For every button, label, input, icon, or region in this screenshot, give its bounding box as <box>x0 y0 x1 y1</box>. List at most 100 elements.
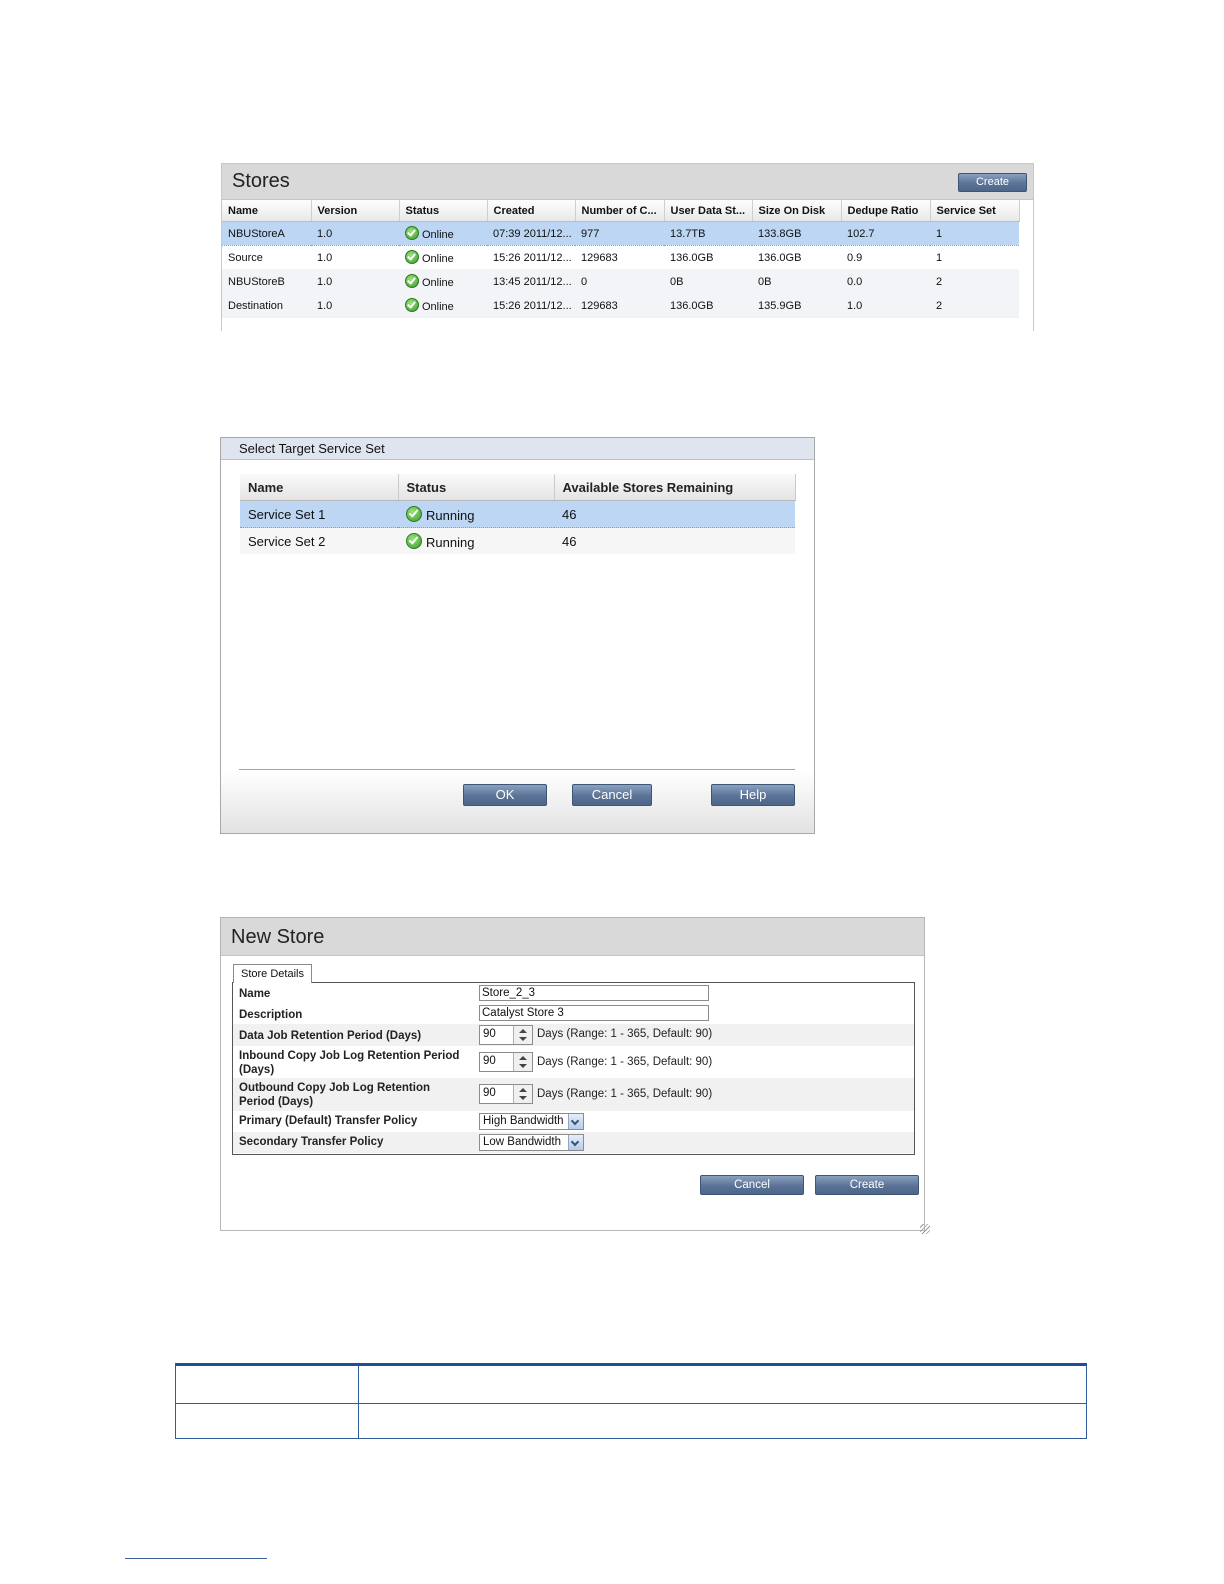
cell-user-data: 13.7TB <box>664 221 752 246</box>
dialog-divider <box>239 769 795 770</box>
table-row[interactable]: Source 1.0 Online 15:26 2011/12... 12968… <box>222 245 1019 270</box>
cell-status: Online <box>399 269 487 294</box>
cell-version: 1.0 <box>311 245 399 270</box>
name-field[interactable]: Store_2_3 <box>479 985 709 1001</box>
cancel-button[interactable]: Cancel <box>700 1175 804 1195</box>
column-header-size-on-disk[interactable]: Size On Disk <box>752 200 842 222</box>
online-check-icon <box>405 298 419 312</box>
table-row[interactable]: Destination 1.0 Online 15:26 2011/12... … <box>222 293 1019 318</box>
running-check-icon <box>406 532 422 549</box>
primary-policy-select[interactable]: High Bandwidth <box>479 1113 584 1130</box>
cell-service-set: 1 <box>930 221 1019 246</box>
outbound-retention-label-line2: Period (Days) <box>239 1096 314 1108</box>
stepper-value: 90 <box>483 1028 496 1040</box>
primary-policy-row: Primary (Default) Transfer Policy High B… <box>233 1111 914 1132</box>
cell-status: Online <box>399 221 487 246</box>
outbound-retention-stepper[interactable]: 90 <box>479 1084 533 1104</box>
cell-status: Online <box>399 293 487 318</box>
column-header-number-of-c[interactable]: Number of C... <box>575 200 665 222</box>
cancel-button[interactable]: Cancel <box>572 784 652 806</box>
cell-size-on-disk: 135.9GB <box>752 293 841 318</box>
cell-created: 07:39 2011/12... <box>487 221 575 246</box>
outbound-retention-label-line1: Outbound Copy Job Log Retention <box>239 1082 430 1094</box>
secondary-policy-select[interactable]: Low Bandwidth <box>479 1134 584 1151</box>
cell-number: 129683 <box>575 293 664 318</box>
description-field[interactable]: Catalyst Store 3 <box>479 1005 709 1021</box>
online-check-icon <box>405 226 419 240</box>
cell-size-on-disk: 136.0GB <box>752 245 841 270</box>
cell-available-stores: 46 <box>554 527 795 554</box>
secondary-policy-value: Low Bandwidth <box>483 1136 561 1148</box>
chevron-down-icon[interactable] <box>568 1135 583 1150</box>
table-row[interactable]: Service Set 1 Running 46 <box>240 500 795 528</box>
column-header-user-data-stored[interactable]: User Data St... <box>664 200 753 222</box>
stores-title: Stores <box>232 170 290 192</box>
column-header-available-stores[interactable]: Available Stores Remaining <box>554 474 796 501</box>
cell-dedupe-ratio: 0.9 <box>841 245 930 270</box>
document-table <box>175 1363 1087 1439</box>
create-button[interactable]: Create <box>815 1175 919 1195</box>
cell-user-data: 136.0GB <box>664 293 752 318</box>
new-store-title-bar: New Store <box>221 918 924 956</box>
help-button[interactable]: Help <box>711 784 795 806</box>
footnote-separator <box>125 1558 267 1559</box>
stepper-up-icon[interactable] <box>519 1088 527 1092</box>
status-text: Running <box>426 534 475 550</box>
cell-name: NBUStoreA <box>222 221 311 246</box>
cell-status: Running <box>398 527 554 554</box>
primary-policy-value: High Bandwidth <box>483 1115 564 1127</box>
table-row[interactable]: NBUStoreB 1.0 Online 13:45 2011/12... 0 … <box>222 269 1019 294</box>
stepper-up-icon[interactable] <box>519 1029 527 1033</box>
cell-name: Service Set 1 <box>240 500 398 528</box>
table-row[interactable]: Service Set 2 Running 46 <box>240 527 795 554</box>
column-header-name[interactable]: Name <box>240 474 399 501</box>
tab-store-details[interactable]: Store Details <box>233 964 312 983</box>
chevron-down-icon[interactable] <box>568 1114 583 1129</box>
column-header-created[interactable]: Created <box>487 200 576 222</box>
cell-created: 15:26 2011/12... <box>487 245 575 270</box>
stepper-up-icon[interactable] <box>519 1056 527 1060</box>
column-header-service-set[interactable]: Service Set <box>930 200 1020 222</box>
data-job-retention-label: Data Job Retention Period (Days) <box>239 1030 422 1042</box>
data-job-retention-row: Data Job Retention Period (Days) 90 Days… <box>233 1024 914 1046</box>
cell-name: NBUStoreB <box>222 269 311 294</box>
data-job-retention-stepper[interactable]: 90 <box>479 1025 533 1045</box>
cell-status: Online <box>399 245 487 270</box>
inbound-retention-label-line2: (Days) <box>239 1064 275 1076</box>
column-header-status[interactable]: Status <box>398 474 555 501</box>
outbound-retention-hint: Days (Range: 1 - 365, Default: 90) <box>537 1088 713 1100</box>
cell-user-data: 136.0GB <box>664 245 752 270</box>
cell-service-set: 2 <box>930 293 1019 318</box>
column-header-version[interactable]: Version <box>311 200 400 222</box>
name-row: Name Store_2_3 <box>233 983 914 1003</box>
inbound-retention-stepper[interactable]: 90 <box>479 1052 533 1072</box>
resize-grip-icon[interactable] <box>920 1224 930 1234</box>
stepper-down-icon[interactable] <box>519 1096 527 1100</box>
service-set-header-row: Name Status Available Stores Remaining <box>240 474 796 501</box>
status-text: Running <box>426 507 475 523</box>
cell-dedupe-ratio: 0.0 <box>841 269 930 294</box>
column-header-name[interactable]: Name <box>222 200 312 222</box>
status-text: Online <box>422 253 454 265</box>
cell-size-on-disk: 133.8GB <box>752 221 841 246</box>
stepper-down-icon[interactable] <box>519 1064 527 1068</box>
cell-dedupe-ratio: 102.7 <box>841 221 930 246</box>
column-header-status[interactable]: Status <box>399 200 488 222</box>
table-row[interactable]: NBUStoreA 1.0 Online 07:39 2011/12... 97… <box>222 221 1019 246</box>
secondary-policy-label: Secondary Transfer Policy <box>239 1136 384 1148</box>
create-store-button[interactable]: Create <box>958 173 1027 192</box>
cell-version: 1.0 <box>311 221 399 246</box>
data-job-retention-hint: Days (Range: 1 - 365, Default: 90) <box>537 1028 713 1040</box>
inbound-retention-label-line1: Inbound Copy Job Log Retention Period <box>239 1050 460 1062</box>
cell-available-stores: 46 <box>554 500 795 528</box>
column-header-dedupe-ratio[interactable]: Dedupe Ratio <box>841 200 931 222</box>
cell-number: 129683 <box>575 245 664 270</box>
cell-version: 1.0 <box>311 269 399 294</box>
service-set-table: Name Status Available Stores Remaining S… <box>240 474 796 554</box>
status-text: Online <box>422 277 454 289</box>
stepper-down-icon[interactable] <box>519 1037 527 1041</box>
table-divider <box>358 1366 359 1438</box>
outbound-retention-row: Outbound Copy Job Log Retention Period (… <box>233 1078 914 1111</box>
ok-button[interactable]: OK <box>463 784 547 806</box>
description-row: Description Catalyst Store 3 <box>233 1003 914 1024</box>
